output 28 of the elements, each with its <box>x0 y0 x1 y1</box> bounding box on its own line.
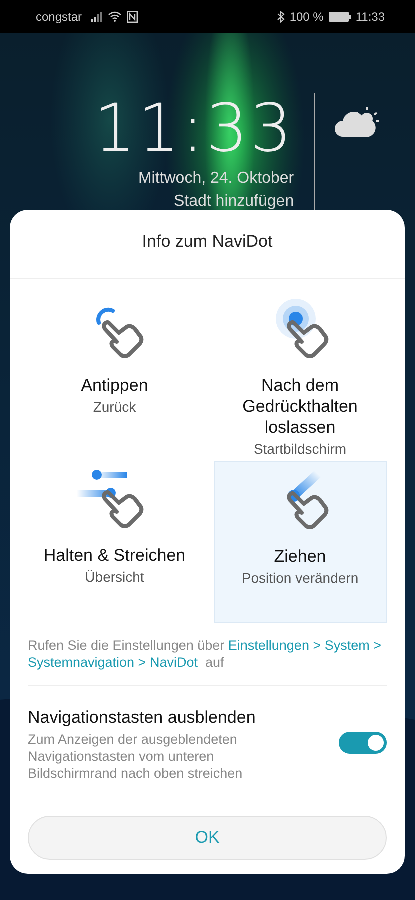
gesture-title: Nach dem Gedrückthalten loslassen <box>242 375 359 438</box>
wifi-icon <box>108 11 122 22</box>
bluetooth-icon <box>276 10 285 22</box>
toggle-switch[interactable] <box>339 732 387 754</box>
gesture-action: Zurück <box>93 399 136 415</box>
add-city-link[interactable]: Stadt hinzufügen <box>174 190 294 213</box>
dialog-title: Info zum NaviDot <box>10 210 405 279</box>
gesture-tile[interactable]: Ziehen Position verändern <box>214 461 387 623</box>
carrier-name: congstar <box>36 10 82 24</box>
gesture-title: Antippen <box>81 375 148 396</box>
gesture-tile[interactable]: Nach dem Gedrückthalten loslassen Startbildschirm <box>214 291 387 461</box>
gesture-action: Startbildschirm <box>254 441 347 457</box>
battery-icon <box>328 12 351 22</box>
settings-hint: Rufen Sie die Einstellungen über Einstellungen > System > Systemnavigation > NaviDot auf <box>28 637 382 671</box>
gesture-tile[interactable]: Halten & Streichen Übersicht <box>28 461 202 623</box>
nfc-icon <box>127 10 138 22</box>
weather-icon <box>335 105 382 139</box>
signal-icon <box>91 12 104 22</box>
status-time: 11:33 <box>356 10 385 24</box>
gesture-action: Übersicht <box>85 569 144 585</box>
battery-percentage: 100 % <box>290 10 324 24</box>
setting-title: Navigationstasten ausblenden <box>28 708 257 728</box>
date-text: Mittwoch, 24. Oktober <box>138 169 294 189</box>
setting-description: Zum Anzeigen der ausgeblendeten Navigationstasten vom unteren Bildschirmrand nach oben streichen <box>28 731 244 782</box>
gesture-action: Position verändern <box>242 570 359 586</box>
gesture-tile[interactable]: Antippen Zurück <box>28 291 202 461</box>
gesture-title: Ziehen <box>274 546 326 567</box>
gesture-title: Halten & Streichen <box>44 545 186 566</box>
